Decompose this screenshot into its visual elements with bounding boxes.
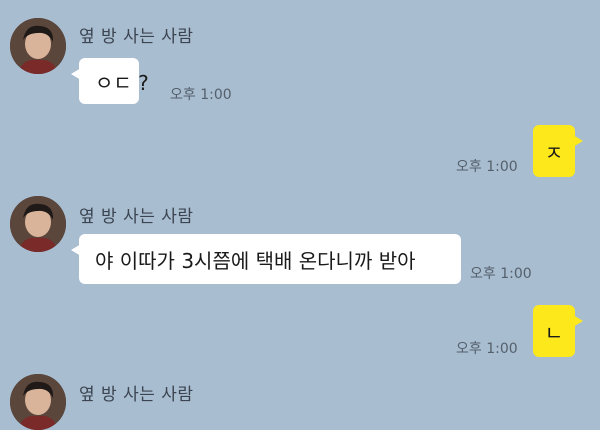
profile-photo-icon xyxy=(10,18,66,74)
sender-name: 옆 방 사는 사람 xyxy=(79,385,194,405)
sender-name: 옆 방 사는 사람 xyxy=(79,27,194,47)
chat-area[interactable]: 옆 방 사는 사람 ㅇㄷ ? 오후 1:00 오후 1:00 ㅈ 옆 방 사는 … xyxy=(0,0,600,430)
message-text: ㅈ xyxy=(544,140,564,165)
message-time: 오후 1:00 xyxy=(470,266,532,282)
message-time: 오후 1:00 xyxy=(456,341,518,357)
profile-photo-icon xyxy=(10,196,66,252)
message-bubble[interactable]: ㅈ xyxy=(533,125,583,177)
message-time: 오후 1:00 xyxy=(170,87,232,103)
message-bubble[interactable]: ㄴ xyxy=(533,305,583,357)
message-bubble[interactable]: ㅇㄷ ? xyxy=(71,58,149,104)
message-text: ㄴ xyxy=(544,320,564,345)
message-time: 오후 1:00 xyxy=(456,159,518,175)
avatar[interactable] xyxy=(10,196,66,252)
message-bubble[interactable]: 야 이따가 3시쯤에 택배 온다니까 받아 xyxy=(71,234,461,284)
message-text: ㅇㄷ ? xyxy=(95,70,149,95)
sender-name: 옆 방 사는 사람 xyxy=(79,207,194,227)
profile-photo-icon xyxy=(10,374,66,430)
message-text: 야 이따가 3시쯤에 택배 온다니까 받아 xyxy=(95,248,416,273)
avatar[interactable] xyxy=(10,374,66,430)
avatar[interactable] xyxy=(10,18,66,74)
